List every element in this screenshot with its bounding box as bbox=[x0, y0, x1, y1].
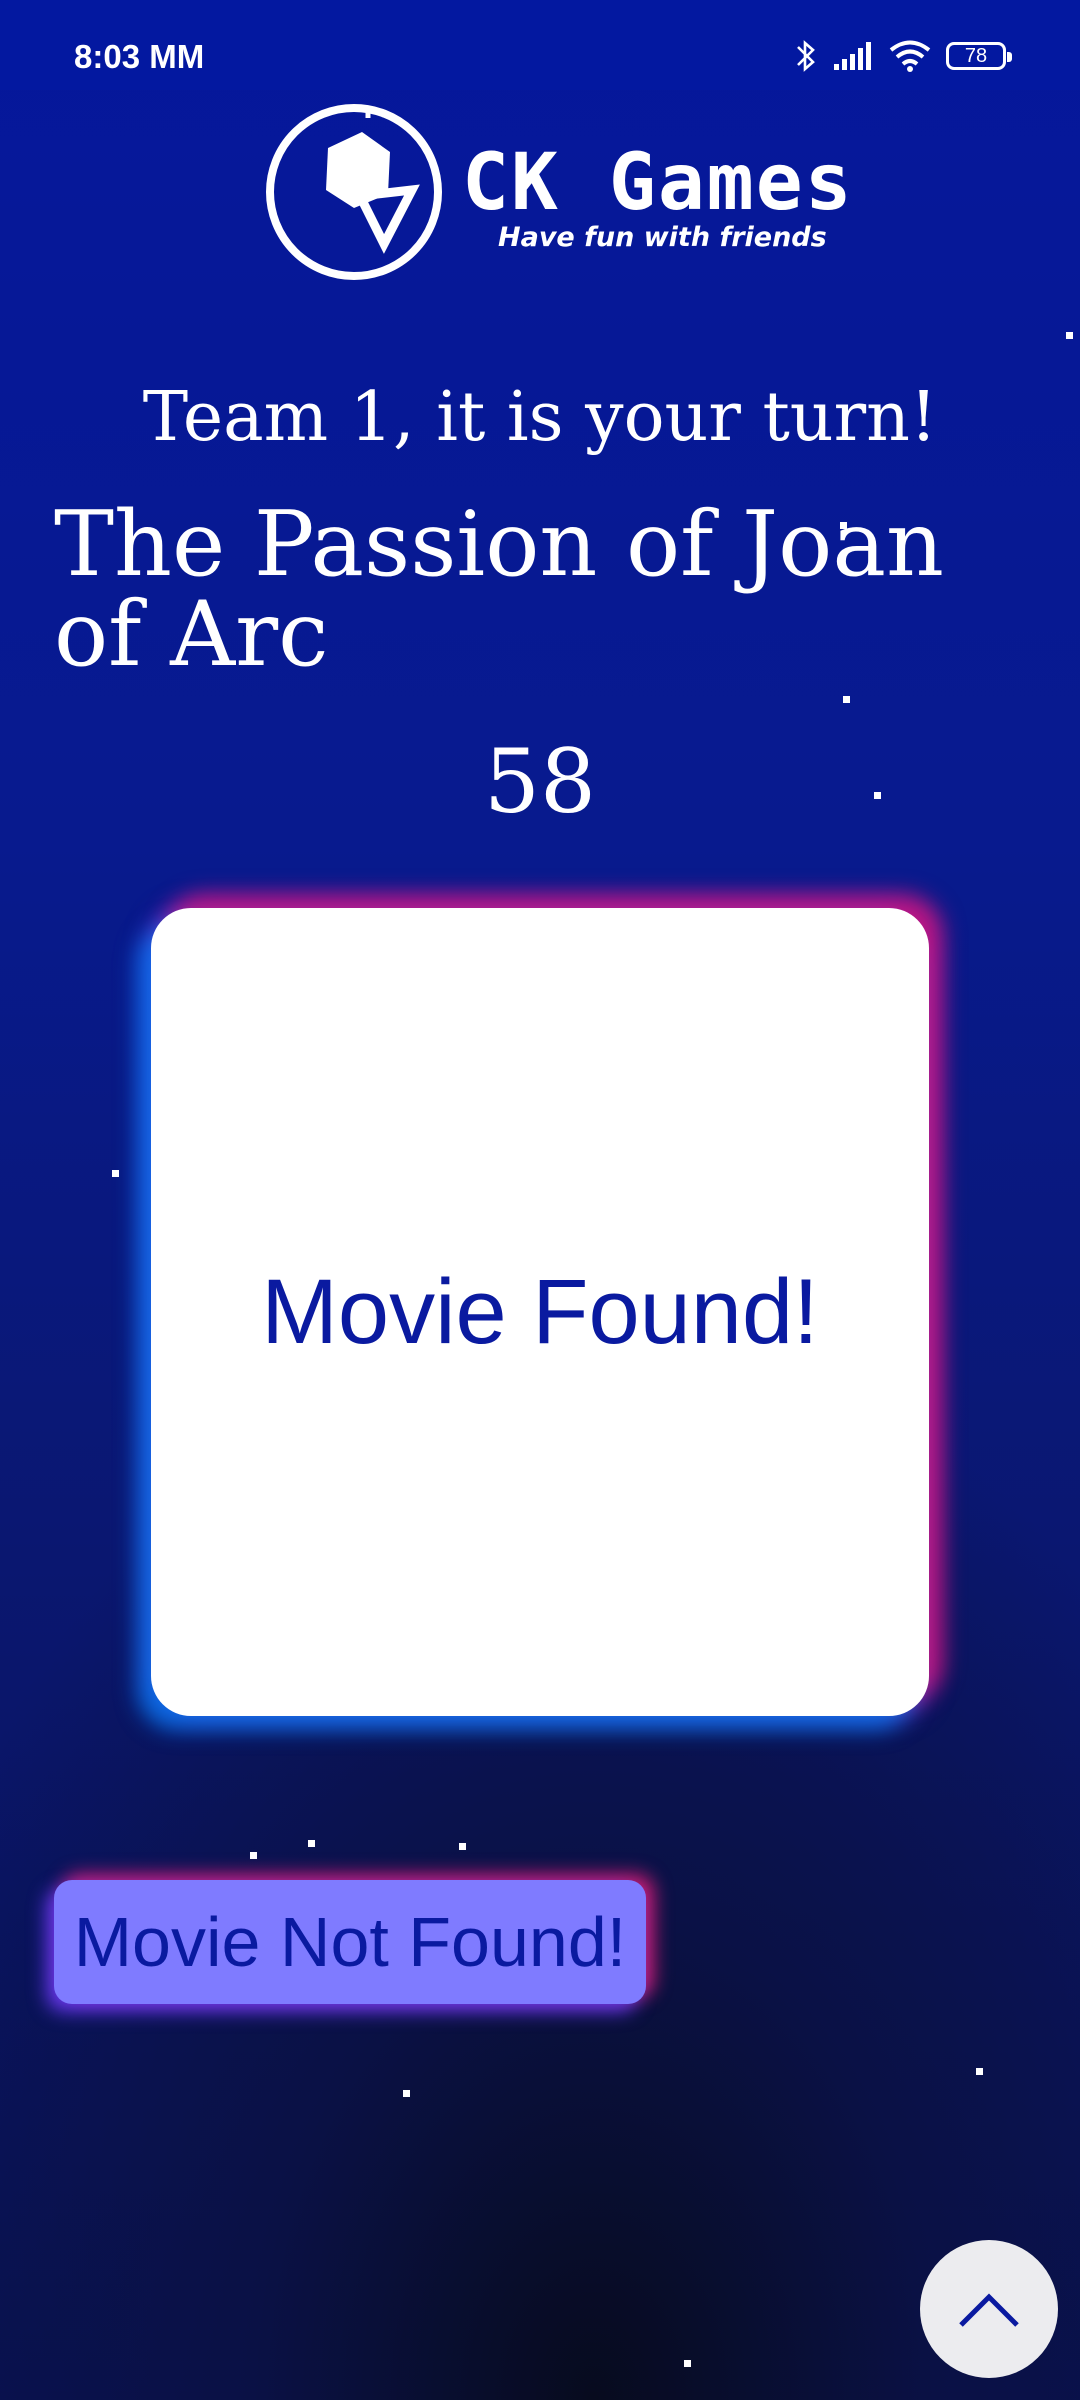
logo-tagline: Have fun with friends bbox=[498, 222, 827, 253]
star-particle bbox=[874, 792, 881, 799]
movie-title: The Passion of Joan of Arc bbox=[54, 492, 944, 687]
movie-not-found-button[interactable]: Movie Not Found! bbox=[54, 1880, 646, 2004]
star-particle bbox=[840, 522, 847, 529]
star-particle bbox=[112, 1170, 119, 1177]
scroll-top-button[interactable] bbox=[920, 2240, 1058, 2378]
star-particle bbox=[684, 2360, 691, 2367]
star-particle bbox=[843, 696, 850, 703]
star-particle bbox=[250, 1852, 257, 1859]
status-bar: 8:03 MM 78 bbox=[0, 0, 1080, 90]
battery-icon: 78 bbox=[946, 42, 1012, 70]
star-particle bbox=[1066, 332, 1073, 339]
app-logo: CK Games Have fun with friends bbox=[262, 104, 852, 284]
wifi-icon bbox=[888, 39, 932, 73]
signal-icon bbox=[832, 40, 874, 72]
ck-games-logo-icon bbox=[266, 104, 442, 280]
movie-found-button[interactable]: Movie Found! bbox=[151, 908, 929, 1716]
star-particle bbox=[403, 2090, 410, 2097]
logo-title: CK Games bbox=[462, 138, 854, 228]
battery-level: 78 bbox=[964, 45, 988, 67]
movie-found-label: Movie Found! bbox=[261, 1260, 819, 1363]
status-icons: 78 bbox=[794, 36, 1012, 76]
countdown-timer: 58 bbox=[484, 730, 596, 833]
star-particle bbox=[459, 1843, 466, 1850]
turn-heading: Team 1, it is your turn! bbox=[142, 378, 938, 457]
chevron-up-icon bbox=[959, 2293, 1019, 2327]
star-particle bbox=[308, 1840, 315, 1847]
bluetooth-icon bbox=[794, 38, 818, 74]
movie-not-found-label: Movie Not Found! bbox=[73, 1903, 627, 1981]
star-particle bbox=[976, 2068, 983, 2075]
status-time: 8:03 MM bbox=[74, 38, 205, 75]
